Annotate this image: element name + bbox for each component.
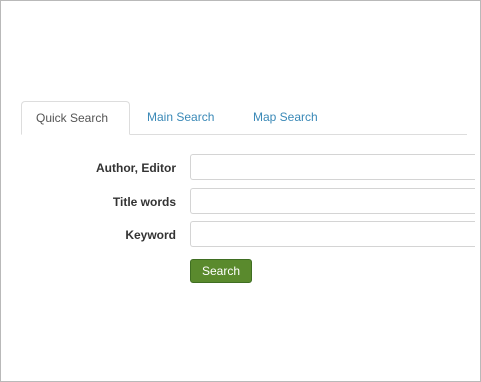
author-editor-input[interactable] bbox=[190, 154, 475, 180]
tab-main-search[interactable]: Main Search bbox=[147, 101, 214, 134]
author-editor-row: Author, Editor bbox=[1, 154, 481, 182]
title-words-label: Title words bbox=[112, 195, 176, 209]
tab-quick-search[interactable]: Quick Search bbox=[21, 101, 130, 135]
tab-map-search[interactable]: Map Search bbox=[253, 101, 318, 134]
search-button[interactable]: Search bbox=[190, 259, 252, 283]
keyword-row: Keyword bbox=[1, 221, 481, 249]
keyword-label: Keyword bbox=[125, 228, 176, 242]
keyword-input[interactable] bbox=[190, 221, 475, 247]
search-panel: Quick Search Main Search Map Search Auth… bbox=[0, 0, 481, 382]
search-tabs: Quick Search Main Search Map Search bbox=[21, 101, 467, 135]
title-words-row: Title words bbox=[1, 188, 481, 216]
author-editor-label: Author, Editor bbox=[96, 161, 176, 175]
title-words-input[interactable] bbox=[190, 188, 475, 214]
